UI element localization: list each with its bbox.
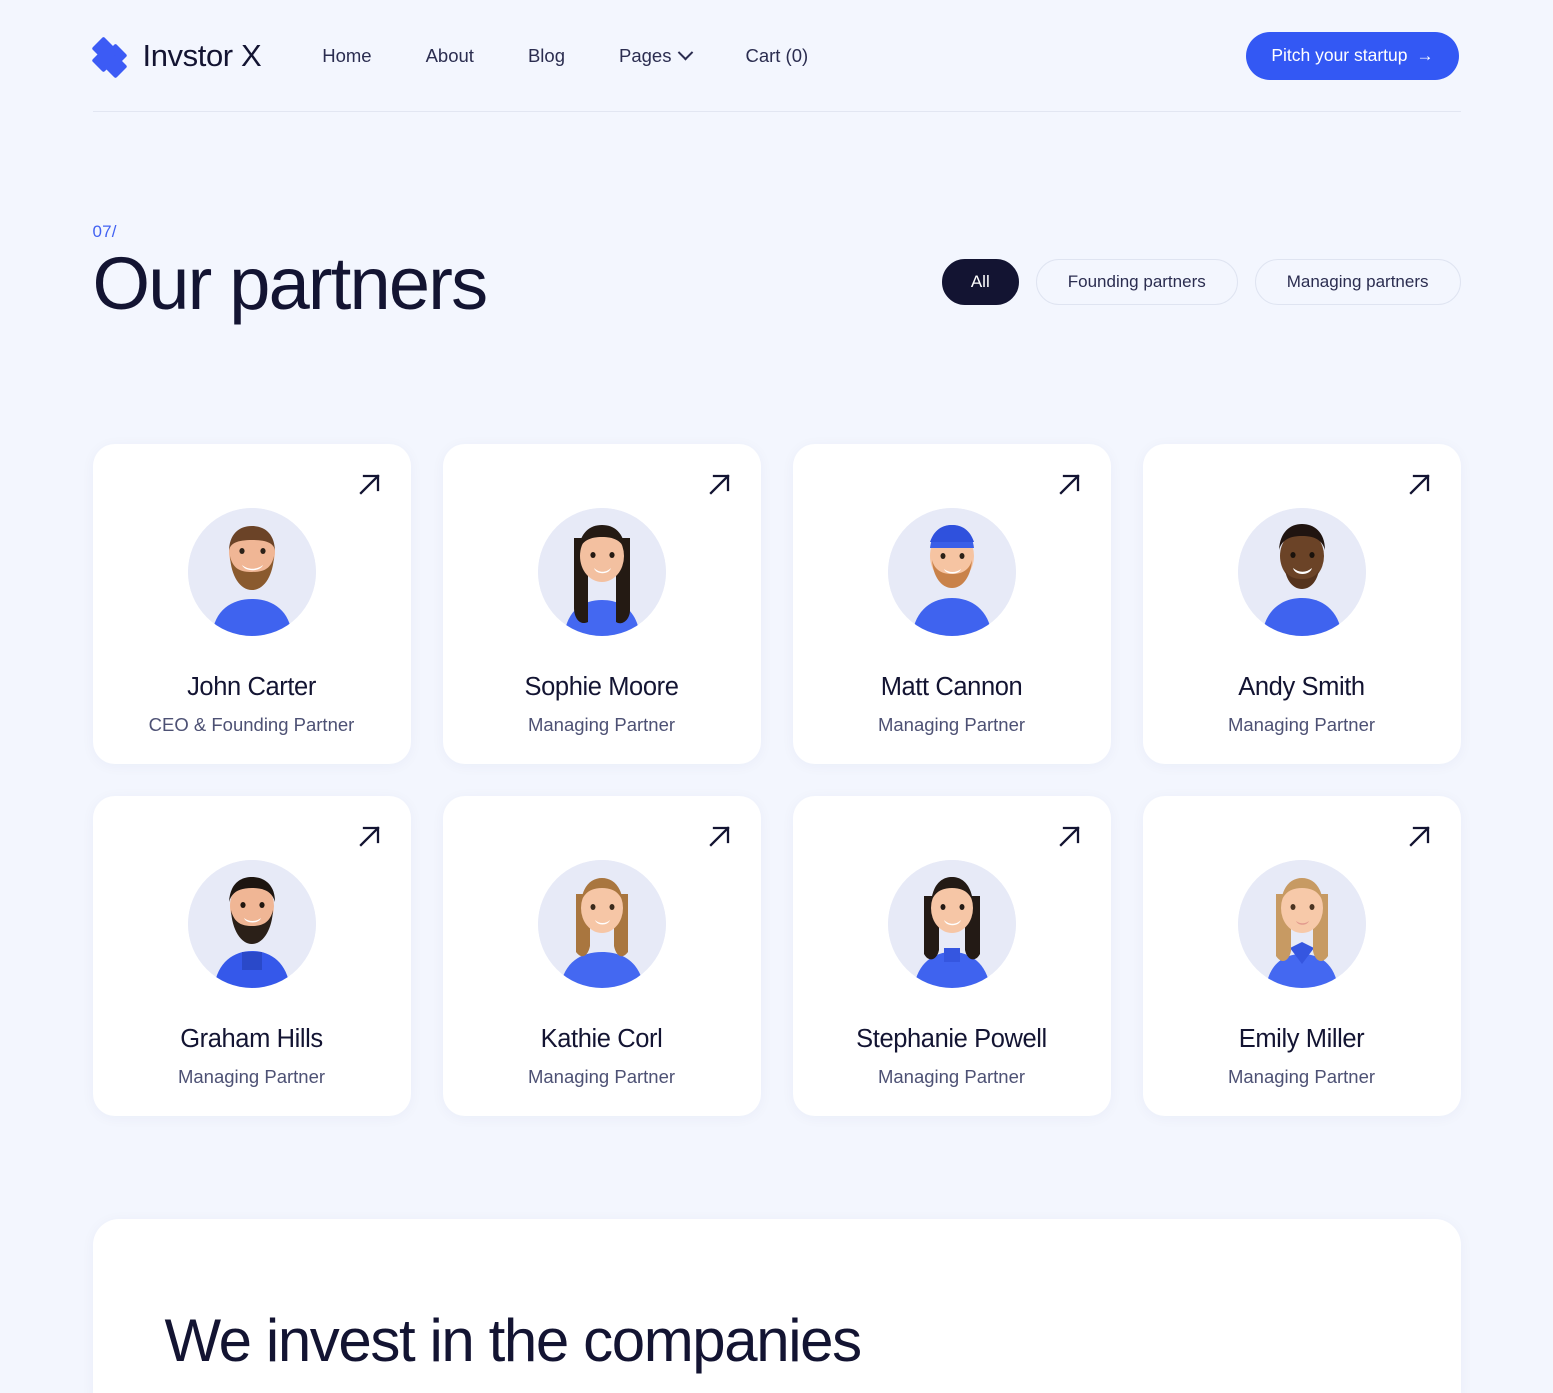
pitch-button-label: Pitch your startup bbox=[1271, 45, 1408, 65]
partner-role: Managing Partner bbox=[1227, 714, 1376, 736]
page-root: Invstor X Home About Blog Pages Cart (0)… bbox=[0, 0, 1553, 1393]
partner-role: Managing Partner bbox=[877, 714, 1026, 736]
nav-item-about-label: About bbox=[425, 44, 474, 66]
partner-role: Managing Partner bbox=[527, 1066, 676, 1088]
partner-role: CEO & Founding Partner bbox=[148, 714, 355, 736]
partner-card[interactable]: Andy Smith Managing Partner bbox=[1142, 443, 1461, 764]
partner-name: Sophie Moore bbox=[524, 672, 679, 701]
avatar bbox=[187, 507, 316, 636]
invest-cta-panel: We invest in the companies bbox=[92, 1218, 1461, 1393]
brand-logo-link[interactable]: Invstor X bbox=[90, 35, 262, 79]
arrow-up-right-icon bbox=[707, 471, 733, 497]
diamond-cluster-icon bbox=[90, 35, 129, 79]
partner-card[interactable]: Kathie Corl Managing Partner bbox=[442, 795, 761, 1116]
chevron-down-icon bbox=[678, 44, 694, 61]
partner-role: Managing Partner bbox=[877, 1066, 1026, 1088]
partner-name: John Carter bbox=[187, 672, 316, 701]
partners-section: 07/ Our partners All Founding partners M… bbox=[92, 112, 1461, 1116]
page-title: Our partners bbox=[92, 242, 489, 325]
brand-name: Invstor X bbox=[142, 37, 262, 73]
filter-founding-partners-button[interactable]: Founding partners bbox=[1035, 258, 1238, 305]
filter-all-button[interactable]: All bbox=[941, 258, 1019, 305]
nav-item-about[interactable]: About bbox=[399, 35, 501, 77]
partner-card[interactable]: John Carter CEO & Founding Partner bbox=[92, 443, 411, 764]
nav-item-pages-label: Pages bbox=[618, 44, 672, 66]
site-header: Invstor X Home About Blog Pages Cart (0)… bbox=[90, 0, 1461, 112]
partner-card[interactable]: Stephanie Powell Managing Partner bbox=[792, 795, 1111, 1116]
arrow-up-right-icon bbox=[1407, 823, 1433, 849]
filter-all-label: All bbox=[970, 271, 990, 291]
nav-item-cart-label: Cart (0) bbox=[745, 44, 809, 66]
avatar bbox=[1237, 507, 1366, 636]
arrow-up-right-icon bbox=[1407, 471, 1433, 497]
nav-item-blog-label: Blog bbox=[527, 44, 565, 66]
avatar bbox=[887, 859, 1016, 988]
avatar bbox=[187, 859, 316, 988]
arrow-up-right-icon bbox=[357, 823, 383, 849]
arrow-up-right-icon bbox=[1057, 823, 1083, 849]
invest-cta-heading: We invest in the companies bbox=[164, 1306, 863, 1374]
filter-managing-partners-label: Managing partners bbox=[1286, 271, 1429, 291]
partner-filter-group: All Founding partners Managing partners bbox=[941, 258, 1461, 323]
partner-role: Managing Partner bbox=[1227, 1066, 1376, 1088]
partner-name: Graham Hills bbox=[180, 1024, 323, 1053]
arrow-right-icon: → bbox=[1416, 46, 1434, 65]
partner-card[interactable]: Emily Miller Managing Partner bbox=[1142, 795, 1461, 1116]
partner-name: Stephanie Powell bbox=[856, 1024, 1047, 1053]
partner-name: Matt Cannon bbox=[880, 672, 1023, 701]
nav-item-home-label: Home bbox=[322, 44, 372, 66]
filter-founding-partners-label: Founding partners bbox=[1067, 271, 1206, 291]
partner-card[interactable]: Sophie Moore Managing Partner bbox=[442, 443, 761, 764]
nav-item-blog[interactable]: Blog bbox=[501, 35, 592, 77]
partner-name: Andy Smith bbox=[1238, 672, 1365, 701]
partner-role: Managing Partner bbox=[527, 714, 676, 736]
avatar bbox=[537, 507, 666, 636]
partner-name: Emily Miller bbox=[1238, 1024, 1365, 1053]
arrow-up-right-icon bbox=[707, 823, 733, 849]
partners-grid: John Carter CEO & Founding Partner Sophi… bbox=[92, 443, 1461, 1116]
nav-item-cart[interactable]: Cart (0) bbox=[718, 35, 835, 77]
filter-managing-partners-button[interactable]: Managing partners bbox=[1254, 258, 1461, 305]
pitch-your-startup-button[interactable]: Pitch your startup → bbox=[1246, 31, 1459, 80]
arrow-up-right-icon bbox=[357, 471, 383, 497]
primary-nav: Home About Blog Pages Cart (0) bbox=[295, 35, 835, 77]
partner-card[interactable]: Graham Hills Managing Partner bbox=[92, 795, 411, 1116]
section-number-eyebrow: 07/ bbox=[92, 222, 117, 241]
avatar bbox=[537, 859, 666, 988]
avatar bbox=[887, 507, 1016, 636]
partner-name: Kathie Corl bbox=[540, 1024, 663, 1053]
arrow-up-right-icon bbox=[1057, 471, 1083, 497]
section-heading-group: 07/ Our partners bbox=[92, 222, 489, 325]
nav-item-home[interactable]: Home bbox=[295, 35, 398, 77]
section-header: 07/ Our partners All Founding partners M… bbox=[93, 112, 1461, 323]
avatar bbox=[1237, 859, 1366, 988]
nav-item-pages[interactable]: Pages bbox=[592, 35, 718, 77]
partner-role: Managing Partner bbox=[177, 1066, 326, 1088]
partner-card[interactable]: Matt Cannon Managing Partner bbox=[792, 443, 1111, 764]
